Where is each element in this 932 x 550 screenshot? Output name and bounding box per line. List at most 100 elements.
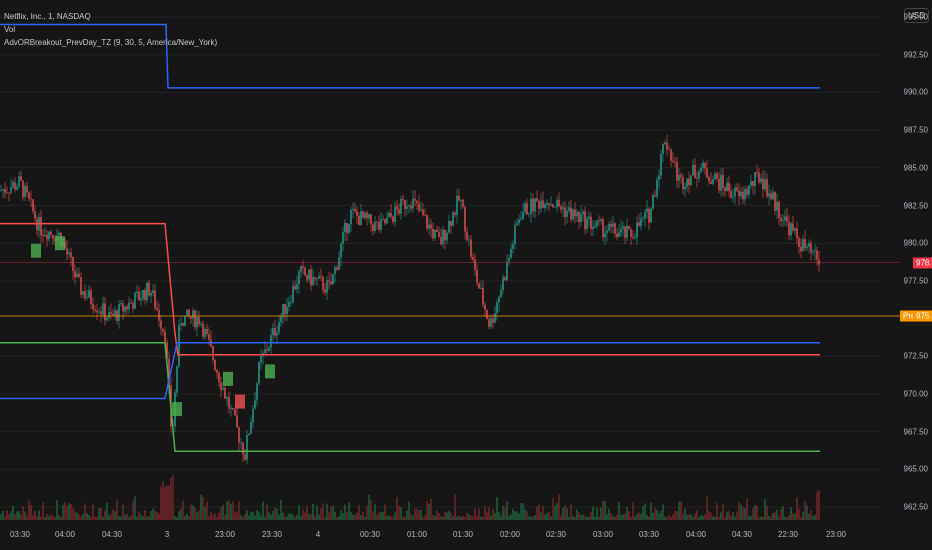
candle-body [632, 236, 634, 238]
candle-body [724, 187, 726, 191]
volume-bar [170, 478, 172, 520]
candle-body [142, 289, 144, 299]
candle-body [458, 195, 460, 201]
volume-bar [220, 507, 222, 520]
time-axis[interactable]: 03:30 04:00 04:30 3 23:00 23:30 4 00:30 01:00 01:… [0, 520, 880, 550]
volume-bar [774, 511, 776, 520]
candle-body [720, 174, 722, 191]
candle-body [670, 150, 672, 161]
candle-body [384, 219, 386, 224]
price-chart[interactable] [0, 0, 932, 550]
volume-indicator-label[interactable]: Vol [4, 23, 217, 36]
volume-bar [332, 505, 334, 520]
candle-body [438, 231, 440, 237]
time-tick: 01:00 [406, 530, 428, 539]
volume-bar [304, 512, 306, 520]
candle-body [538, 200, 540, 209]
candle-body [276, 332, 278, 336]
candle-body [672, 160, 674, 162]
candle-body [464, 206, 466, 232]
candle-body [482, 287, 484, 305]
candle-body [312, 277, 314, 286]
candle-body [698, 171, 700, 179]
candle-body [416, 200, 418, 204]
candle-body [802, 239, 804, 252]
volume-bar [200, 495, 202, 520]
orb-indicator-label[interactable]: AdvORBreakout_PrevDay_TZ (9, 30, 5, Amer… [4, 36, 217, 49]
volume-bar [446, 512, 448, 520]
volume-bar [2, 510, 4, 520]
chart-legend: Netflix, Inc., 1, NASDAQ Vol AdvORBreako… [4, 10, 217, 49]
candle-body [4, 189, 6, 193]
candle-body [50, 231, 52, 235]
price-tick: 970.00 [903, 389, 928, 399]
candle-body [450, 220, 452, 226]
candle-body [370, 214, 372, 225]
candle-body [300, 266, 302, 272]
volume-bar [112, 508, 114, 520]
candle-body [604, 232, 606, 238]
candle-body [518, 219, 520, 224]
candle-body [516, 223, 518, 226]
candle-body [308, 269, 310, 280]
candle-body [514, 225, 516, 245]
volume-bar [104, 510, 106, 520]
volume-bar [438, 513, 440, 520]
volume-bar [190, 504, 192, 520]
volume-bar [488, 507, 490, 520]
price-tick: 992.50 [903, 50, 928, 60]
volume-bar [726, 511, 728, 520]
candle-body [656, 179, 658, 197]
candle-body [556, 199, 558, 208]
volume-bar [504, 507, 506, 520]
candle-body [536, 198, 538, 201]
candle-body [688, 178, 690, 186]
volume-bar [642, 506, 644, 520]
volume-bar [524, 509, 526, 520]
orb-low-line [0, 341, 820, 453]
candle-body [256, 383, 258, 401]
candle-body [380, 219, 382, 230]
candle-body [580, 214, 582, 223]
volume-bar [626, 506, 628, 520]
volume-bar [426, 500, 428, 520]
time-tick: 02:00 [499, 530, 521, 539]
candle-body [786, 216, 788, 222]
candle-body [118, 304, 120, 321]
candle-body [638, 222, 640, 227]
volume-bar [566, 508, 568, 520]
candle-body [642, 218, 644, 219]
candle-body [810, 243, 812, 253]
volume-bar [62, 504, 64, 520]
price-tick: 962.50 [903, 502, 928, 512]
volume-bar [556, 503, 558, 520]
volume-bar [374, 504, 376, 520]
candle-body [568, 207, 570, 211]
candle-body [288, 302, 290, 307]
candle-body [238, 427, 240, 443]
candle-body [128, 302, 130, 310]
volume-bar [366, 505, 368, 520]
volume-bar [542, 506, 544, 520]
volume-bar [252, 512, 254, 520]
volume-bar [746, 498, 748, 520]
candle-body [598, 220, 600, 222]
candle-body [206, 328, 208, 335]
volume-bar [396, 496, 398, 520]
candle-body [744, 189, 746, 200]
candle-body [806, 246, 808, 248]
candle-body [674, 161, 676, 163]
volume-bar [316, 505, 318, 520]
candle-body [152, 290, 154, 294]
volume-bar [628, 511, 630, 520]
volume-bar [618, 501, 620, 520]
candle-body [340, 243, 342, 258]
volume-bar [326, 503, 328, 520]
candle-body [96, 310, 98, 313]
symbol-title[interactable]: Netflix, Inc., 1, NASDAQ [4, 10, 217, 23]
candle-body [752, 181, 754, 186]
volume-bar [6, 510, 8, 520]
candle-body [248, 433, 250, 435]
time-tick: 23:00 [825, 530, 847, 539]
signal-marker [172, 402, 182, 417]
